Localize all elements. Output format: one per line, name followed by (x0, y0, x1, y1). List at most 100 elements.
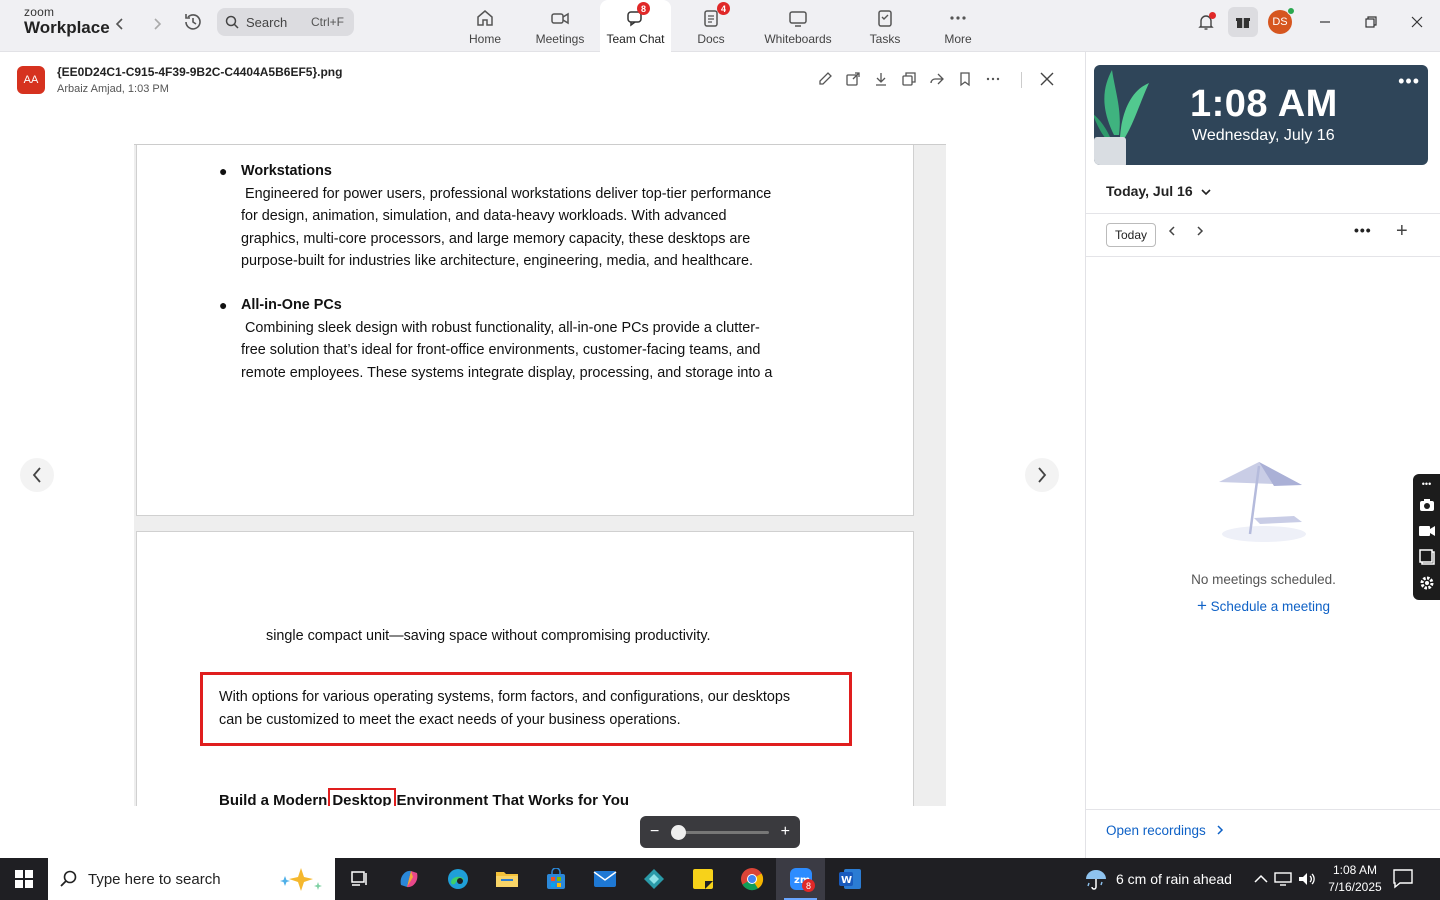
tab-home[interactable]: Home (450, 0, 520, 52)
bullet-line: free solution that’s ideal for front-off… (241, 342, 761, 359)
chrome-icon[interactable] (727, 858, 776, 900)
calendar-date-dropdown[interactable]: Today, Jul 16 (1106, 183, 1211, 199)
schedule-meeting-link[interactable]: + Schedule a meeting (1086, 596, 1440, 616)
tab-more[interactable]: More (925, 0, 991, 52)
action-center-icon[interactable] (1392, 867, 1414, 892)
tab-badge: 4 (717, 2, 730, 15)
search-box[interactable]: Search Ctrl+F (217, 8, 354, 36)
taskbar-search-box[interactable]: Type here to search (48, 858, 335, 900)
clock-time: 1:08 AM (1190, 83, 1338, 125)
more-options-icon[interactable] (983, 68, 1003, 90)
tab-tasks[interactable]: Tasks (845, 0, 925, 52)
search-icon (60, 870, 77, 887)
zoom-out-button[interactable]: − (650, 823, 659, 841)
weather-widget[interactable]: 6 cm of rain ahead (1084, 858, 1232, 900)
previous-image-button[interactable] (20, 458, 54, 492)
bullet-title: Workstations (241, 163, 332, 179)
back-arrow-icon[interactable] (108, 12, 132, 36)
settings-gear-icon[interactable] (1416, 570, 1438, 596)
tab-label: Meetings (535, 32, 585, 46)
section-heading: Build a Modern Desktop Environment That Wo… (219, 788, 629, 806)
notification-bell-icon[interactable] (1188, 4, 1224, 40)
file-meta: Arbaiz Amjad, 1:03 PM (57, 83, 169, 95)
search-placeholder: Search (246, 14, 288, 30)
copilot-icon[interactable] (384, 858, 433, 900)
tab-docs[interactable]: 4 Docs (671, 0, 751, 52)
beach-umbrella-icon (1219, 462, 1306, 542)
next-image-button[interactable] (1025, 458, 1059, 492)
add-event-icon[interactable]: + (1396, 220, 1408, 243)
floating-tools-widget: ••• (1413, 474, 1440, 600)
chevron-up-icon[interactable] (1254, 874, 1268, 884)
edge-icon[interactable] (433, 858, 482, 900)
network-icon[interactable] (1274, 871, 1292, 887)
tab-meetings[interactable]: Meetings (520, 0, 600, 52)
zoom-workplace-logo: zoom Workplace (24, 6, 110, 36)
document-page: ● Workstations Engineered for power user… (136, 145, 914, 516)
highlight-line: With options for various operating syste… (219, 689, 791, 705)
today-button[interactable]: Today (1106, 223, 1156, 247)
highlighted-paragraph: With options for various operating syste… (219, 686, 829, 732)
close-viewer-icon[interactable] (1036, 68, 1058, 90)
windows-start-icon[interactable] (0, 858, 48, 900)
previous-day-icon[interactable] (1168, 224, 1176, 239)
bullet-line: graphics, multi-core processors, and lar… (241, 230, 751, 247)
widget-more-icon[interactable]: ••• (1416, 476, 1438, 492)
window-capture-icon[interactable] (1416, 544, 1438, 570)
video-icon (549, 7, 571, 29)
zoom-slider-handle[interactable] (671, 824, 687, 840)
store-icon[interactable] (531, 858, 580, 900)
camera-icon[interactable] (1416, 492, 1438, 518)
next-day-icon[interactable] (1196, 224, 1204, 239)
tab-whiteboards[interactable]: Whiteboards (751, 0, 845, 52)
task-view-icon[interactable] (335, 858, 384, 900)
download-icon[interactable] (871, 68, 891, 90)
mail-icon[interactable] (580, 858, 629, 900)
app-icon[interactable] (629, 858, 678, 900)
bullet-title: All-in-One PCs (241, 297, 342, 313)
edit-icon[interactable] (815, 68, 835, 90)
taskbar-time: 1:08 AM (1332, 863, 1378, 877)
tab-team-chat[interactable]: 8 Team Chat (600, 0, 671, 52)
taskbar-date: 7/16/2025 (1328, 880, 1382, 894)
open-recordings-link[interactable]: Open recordings (1106, 823, 1224, 838)
minimize-icon[interactable] (1302, 0, 1348, 44)
restore-icon[interactable] (1348, 0, 1394, 44)
word-icon[interactable]: W (825, 858, 874, 900)
bullet-dot: ● (219, 297, 228, 313)
plus-icon: + (1196, 596, 1207, 615)
file-explorer-icon[interactable] (482, 858, 531, 900)
copy-icon[interactable] (899, 68, 919, 90)
more-icon (947, 7, 969, 29)
zoom-icon[interactable]: zm 8 (776, 858, 825, 900)
zoom-in-button[interactable]: + (781, 823, 790, 841)
zoom-slider[interactable] (671, 824, 769, 840)
taskbar-clock[interactable]: 1:08 AM 7/16/2025 (1322, 862, 1388, 896)
clock-more-icon[interactable]: ••• (1398, 71, 1420, 92)
bullet-line: remote employees. These systems integrat… (241, 364, 773, 381)
volume-icon[interactable] (1298, 871, 1316, 887)
gift-icon[interactable] (1228, 7, 1258, 37)
close-window-icon[interactable] (1394, 0, 1440, 44)
history-icon[interactable] (181, 10, 205, 34)
highlighted-word: Desktop (328, 788, 396, 806)
bookmark-icon[interactable] (955, 68, 975, 90)
forward-arrow-icon[interactable] (145, 12, 169, 36)
share-icon[interactable] (927, 68, 947, 90)
viewer-toolbar (815, 68, 1003, 90)
sticky-notes-icon[interactable] (678, 858, 727, 900)
page-text-line: single compact unit—saving space without… (266, 628, 711, 644)
calendar-more-icon[interactable]: ••• (1354, 222, 1372, 238)
video-record-icon[interactable] (1416, 518, 1438, 544)
open-external-icon[interactable] (843, 68, 863, 90)
bullet-workstations: ● Workstations Engineered for power user… (219, 160, 801, 273)
brand-large: Workplace (24, 18, 110, 37)
zoom-taskbar-badge: 8 (802, 879, 815, 892)
heading-text: Build a Modern (219, 792, 328, 806)
user-avatar[interactable]: DS (1262, 7, 1298, 34)
home-icon (474, 7, 496, 29)
document-page: single compact unit—saving space without… (136, 531, 914, 806)
tasks-icon (874, 7, 896, 29)
divider (1086, 213, 1440, 214)
bullet-line: for design, animation, simulation, and d… (241, 208, 727, 225)
